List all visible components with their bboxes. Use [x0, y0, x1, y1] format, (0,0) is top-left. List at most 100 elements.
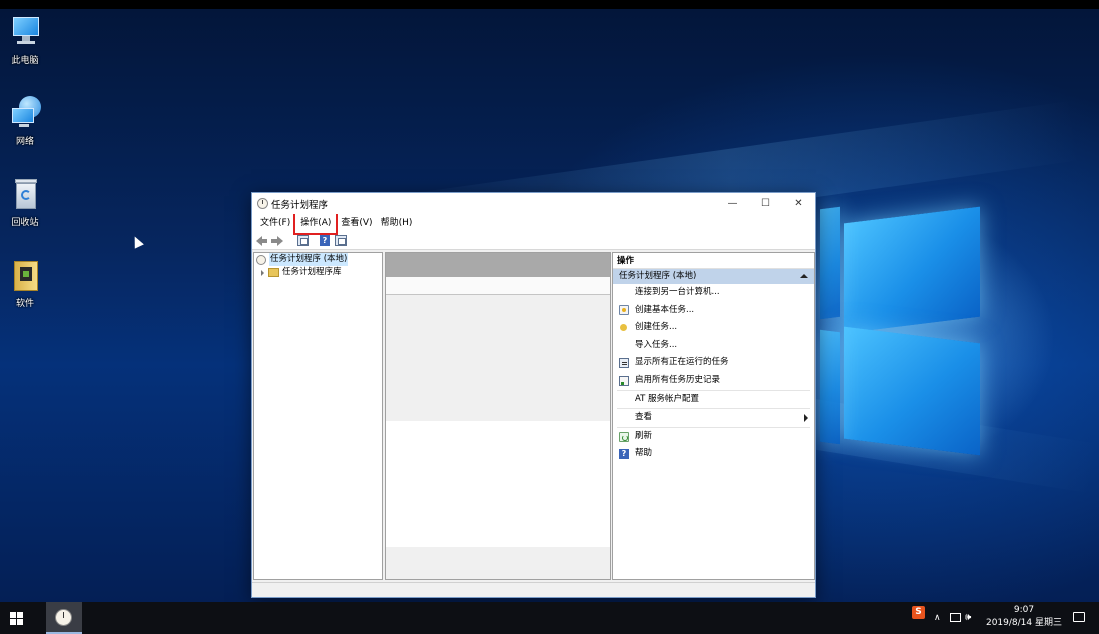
menu-file[interactable]: 文件(F): [256, 215, 294, 232]
actions-pane-header: 操作: [613, 253, 814, 269]
clock-date: 2019/8/14 星期三: [985, 618, 1062, 628]
show-hide-action-pane-button[interactable]: [335, 235, 348, 247]
action-label: 查看: [635, 412, 653, 423]
menu-bar: 文件(F) 操作(A) 查看(V) 帮助(H): [252, 212, 815, 235]
history-icon: [619, 375, 629, 386]
view-placeholder-icon: [619, 413, 629, 423]
expand-chevron-icon[interactable]: [261, 269, 264, 276]
desktop-icon-software[interactable]: 软件: [4, 258, 46, 309]
tree-item-label: 任务计划程序 (本地): [269, 253, 349, 266]
clock-icon: [55, 609, 72, 626]
center-footer-area: [386, 547, 610, 579]
computer-icon: [10, 15, 40, 49]
action-display-running-tasks[interactable]: 显示所有正在运行的任务: [613, 354, 814, 372]
create-task-icon: [620, 324, 627, 332]
network-globe-icon: [10, 96, 41, 130]
menu-view[interactable]: 查看(V): [337, 215, 376, 232]
action-label: 导入任务...: [635, 339, 678, 350]
actions-section-label: 任务计划程序 (本地): [619, 271, 697, 281]
console-content: 任务计划程序 (本地) 任务计划程序库 操作 任务计划程序 (本地) 连接到另一…: [252, 252, 815, 582]
status-bar: [252, 582, 815, 597]
action-label: 启用所有任务历史记录: [635, 374, 721, 385]
refresh-icon: [619, 431, 629, 442]
action-at-service-account[interactable]: AT 服务帐户配置: [613, 391, 814, 409]
actions-section-header[interactable]: 任务计划程序 (本地): [613, 269, 814, 284]
running-tasks-icon: [619, 358, 629, 369]
action-import-task[interactable]: 导入任务...: [613, 337, 814, 355]
help-toolbar-button[interactable]: ?: [319, 235, 332, 247]
close-button[interactable]: ✕: [782, 193, 815, 214]
taskbar: S ∧ 🕪 中 9:07 2019/8/14 星期三: [0, 602, 1099, 634]
action-create-task[interactable]: 创建任务...: [613, 319, 814, 337]
menu-action[interactable]: 操作(A): [293, 212, 339, 235]
action-connect-computer[interactable]: 连接到另一台计算机...: [613, 284, 814, 302]
toolbar: ?: [252, 233, 815, 250]
tree-item-task-scheduler-local[interactable]: 任务计划程序 (本地): [254, 253, 382, 266]
mouse-cursor: [130, 234, 144, 249]
action-help[interactable]: ? 帮助: [613, 445, 814, 463]
action-refresh[interactable]: 刷新: [613, 428, 814, 446]
collapse-up-icon[interactable]: [800, 274, 808, 278]
action-label: 连接到另一台计算机...: [635, 287, 720, 297]
submenu-arrow-icon: [804, 414, 808, 423]
tree-item-label: 任务计划程序库: [282, 267, 342, 277]
actions-pane: 操作 任务计划程序 (本地) 连接到另一台计算机... 创建基本任务... 创建…: [612, 252, 815, 580]
console-tree-icon: [297, 235, 309, 246]
clock-time: 9:07: [1013, 605, 1035, 615]
action-create-basic-task[interactable]: 创建基本任务...: [613, 302, 814, 320]
network-icon[interactable]: [950, 613, 961, 622]
folder-icon: [268, 268, 279, 277]
sogou-ime-icon[interactable]: S: [912, 606, 925, 619]
taskbar-app-task-scheduler[interactable]: [46, 602, 82, 634]
minimize-button[interactable]: —: [716, 193, 749, 214]
tree-item-task-scheduler-library[interactable]: 任务计划程序库: [254, 266, 382, 279]
action-label: AT 服务帐户配置: [635, 393, 700, 404]
connect-icon: [619, 288, 629, 298]
recycle-bin-icon: [10, 177, 40, 211]
action-enable-task-history[interactable]: 启用所有任务历史记录: [613, 372, 814, 390]
desktop-icon-recycle-bin[interactable]: 回收站: [4, 177, 46, 228]
back-button[interactable]: [255, 235, 268, 247]
action-view[interactable]: 查看: [613, 409, 814, 427]
volume-icon[interactable]: 🕪: [965, 602, 971, 634]
clock-icon: [257, 198, 268, 209]
forward-button[interactable]: [271, 235, 284, 247]
desktop-icon-label: 此电脑: [11, 56, 39, 66]
forward-arrow-icon: [271, 236, 283, 246]
window-title: 任务计划程序: [271, 199, 329, 211]
back-arrow-icon: [256, 236, 267, 246]
task-scheduler-window: 任务计划程序 — ☐ ✕ 文件(F) 操作(A) 查看(V) 帮助(H) ? 任…: [251, 192, 816, 598]
basic-task-icon: [619, 305, 629, 316]
action-label: 创建基本任务...: [635, 304, 695, 315]
help-icon: ?: [619, 449, 629, 460]
clock-icon: [256, 254, 266, 265]
console-tree: 任务计划程序 (本地) 任务计划程序库: [253, 252, 383, 580]
start-button[interactable]: [0, 602, 32, 634]
menu-help[interactable]: 帮助(H): [377, 215, 417, 232]
action-pane-icon: [335, 235, 347, 246]
center-pane: [385, 252, 611, 580]
notification-center-icon[interactable]: [1073, 612, 1085, 622]
folder-icon: [10, 258, 40, 292]
desktop-icon-label: 回收站: [11, 218, 39, 228]
action-label: 刷新: [635, 430, 653, 441]
import-placeholder-icon: [619, 341, 629, 351]
center-summary-area: [386, 295, 610, 421]
desktop-icon-network[interactable]: 网络: [4, 96, 46, 147]
action-label: 创建任务...: [635, 322, 678, 333]
center-details-area: [386, 421, 610, 547]
help-icon: ?: [320, 235, 330, 246]
desktop-icon-label: 网络: [15, 137, 34, 147]
desktop-icon-label: 软件: [15, 299, 34, 309]
at-placeholder-icon: [619, 394, 629, 404]
center-header: [386, 253, 610, 277]
desktop-icon-this-pc[interactable]: 此电脑: [4, 15, 46, 66]
title-bar[interactable]: 任务计划程序 — ☐ ✕: [252, 193, 815, 214]
show-hide-console-tree-button[interactable]: [297, 235, 310, 247]
taskbar-clock[interactable]: 9:07 2019/8/14 星期三: [985, 604, 1063, 630]
action-label: 显示所有正在运行的任务: [635, 357, 729, 368]
action-label: 帮助: [635, 448, 653, 459]
maximize-button[interactable]: ☐: [749, 193, 782, 214]
center-list-row: [386, 277, 610, 295]
tray-overflow-chevron-icon[interactable]: ∧: [934, 602, 941, 634]
